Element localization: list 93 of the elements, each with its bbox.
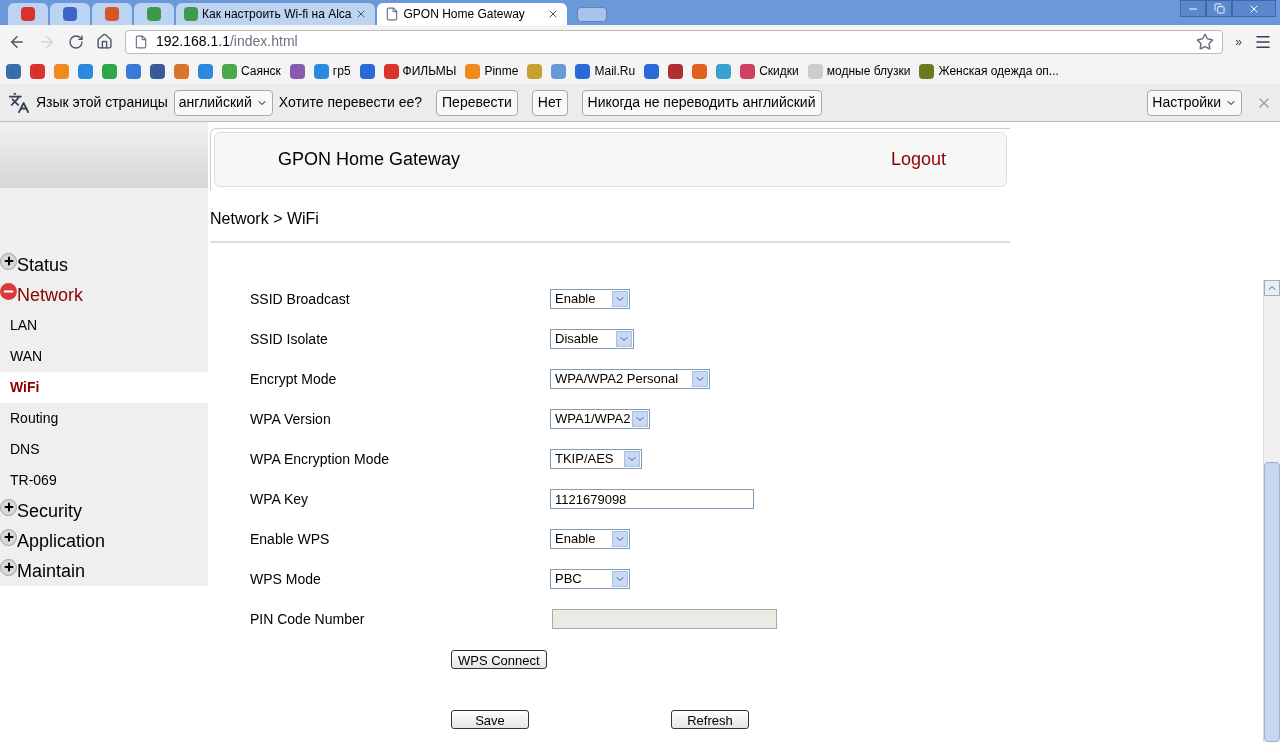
- expand-icon[interactable]: [0, 558, 17, 576]
- page-icon: [134, 34, 148, 49]
- field-label: WPA Version: [250, 409, 332, 429]
- submenu-item[interactable]: DNS: [0, 434, 208, 465]
- tab-title: GPON Home Gateway: [403, 6, 526, 23]
- bookmark-icon[interactable]: [6, 63, 21, 79]
- bookmark[interactable]: гр5: [313, 62, 351, 80]
- bookmark-icon[interactable]: [78, 63, 93, 79]
- bookmark-icon[interactable]: [716, 63, 732, 79]
- bookmark[interactable]: ФИЛЬМЫ: [383, 62, 457, 80]
- reload-icon[interactable]: [68, 33, 84, 50]
- bookmark-icon[interactable]: [102, 63, 117, 79]
- field-label: Enable WPS: [250, 529, 331, 549]
- browser-tab[interactable]: [8, 3, 48, 25]
- translate-bar-button[interactable]: Нет: [531, 89, 568, 116]
- bookmark-icon[interactable]: [198, 63, 213, 79]
- page-icon: [385, 7, 400, 21]
- form-button[interactable]: Refresh: [671, 709, 749, 729]
- bookmark[interactable]: Скидки: [740, 62, 799, 80]
- dropdown[interactable]: WPA1/WPA2: [550, 409, 650, 429]
- field-label: SSID Isolate: [250, 329, 329, 349]
- bookmark-icon[interactable]: [668, 63, 684, 79]
- form-button[interactable]: Save: [451, 709, 529, 729]
- dropdown[interactable]: PBC: [550, 569, 630, 589]
- bookmark-icon[interactable]: [150, 63, 165, 79]
- bookmark[interactable]: Женская одежда оп...: [919, 62, 1059, 80]
- bookmark-icon[interactable]: [359, 63, 375, 79]
- minimize-button[interactable]: [1180, 0, 1206, 17]
- wps-connect-button[interactable]: WPS Connect: [451, 649, 547, 669]
- browser-tab[interactable]: GPON Home Gateway: [377, 3, 568, 25]
- submenu-item[interactable]: WAN: [0, 341, 208, 372]
- dropdown[interactable]: WPA/WPA2 Personal: [550, 369, 710, 389]
- field-label: WPS Mode: [250, 569, 322, 589]
- menu-item[interactable]: Maintain: [0, 556, 208, 586]
- expand-icon[interactable]: [0, 252, 17, 270]
- field-label: SSID Broadcast: [250, 289, 351, 309]
- breadcrumb: Network > WiFi: [210, 209, 320, 227]
- bookmark[interactable]: Mail.Ru: [575, 62, 636, 80]
- bookmark-icon[interactable]: [126, 63, 141, 79]
- field-label: WPA Encryption Mode: [250, 449, 391, 469]
- submenu-item[interactable]: LAN: [0, 310, 208, 341]
- browser-tab[interactable]: [92, 3, 132, 25]
- home-icon[interactable]: [96, 33, 113, 50]
- dropdown[interactable]: Disable: [550, 329, 634, 349]
- bookmark-icon[interactable]: [692, 63, 708, 79]
- text-field[interactable]: 1121679098: [550, 489, 754, 509]
- collapse-icon[interactable]: [0, 282, 17, 300]
- translate-question: Хотите перевести ее?: [278, 93, 423, 112]
- menu-item[interactable]: Application: [0, 526, 208, 556]
- menu-item[interactable]: Network: [0, 280, 208, 310]
- menu-item[interactable]: Status: [0, 250, 208, 280]
- url-text: 192.168.1.1/index.html: [156, 32, 299, 51]
- bookmark-icon[interactable]: [644, 63, 660, 79]
- address-bar[interactable]: 192.168.1.1/index.html: [125, 29, 1224, 54]
- browser-tab[interactable]: [50, 3, 90, 25]
- dropdown[interactable]: TKIP/AES: [550, 449, 642, 469]
- star-icon[interactable]: [1196, 32, 1215, 51]
- bookmark-icon[interactable]: [174, 63, 189, 79]
- submenu-item[interactable]: TR-069: [0, 465, 208, 496]
- expand-icon[interactable]: [0, 528, 17, 546]
- submenu-item[interactable]: WiFi: [0, 372, 208, 403]
- field-label: Encrypt Mode: [250, 369, 338, 389]
- bookmark-icon[interactable]: [30, 63, 45, 79]
- bookmark[interactable]: Pinme: [465, 62, 519, 80]
- close-button[interactable]: [1232, 0, 1276, 17]
- logout-link[interactable]: Logout: [890, 146, 946, 173]
- restore-icon: [1213, 3, 1225, 14]
- gateway-title: GPON Home Gateway: [278, 148, 461, 171]
- browser-tab[interactable]: [134, 3, 174, 25]
- bookmark-icon[interactable]: [289, 63, 305, 79]
- field-label: PIN Code Number: [250, 609, 366, 629]
- menu-item[interactable]: Security: [0, 496, 208, 526]
- more-button[interactable]: »: [1235, 32, 1242, 51]
- submenu-item[interactable]: Routing: [0, 403, 208, 434]
- language-dropdown[interactable]: английский: [173, 89, 273, 116]
- restore-button[interactable]: [1206, 0, 1232, 17]
- scroll-thumb[interactable]: [1264, 462, 1280, 742]
- translate-prompt: Язык этой страницы: [36, 93, 168, 112]
- scrollbar[interactable]: [1263, 280, 1280, 742]
- field-label: WPA Key: [250, 489, 310, 509]
- browser-tab[interactable]: Как настроить Wi-fi на Alca: [176, 3, 376, 25]
- bookmark[interactable]: модные блузки: [807, 62, 911, 80]
- bookmark-icon[interactable]: [551, 63, 567, 79]
- expand-icon[interactable]: [0, 498, 17, 516]
- tab-title: Как настроить Wi-fi на Alca: [202, 6, 352, 23]
- translate-bar-button[interactable]: Перевести: [436, 89, 518, 116]
- options-dropdown[interactable]: Настройки: [1147, 89, 1242, 116]
- dropdown[interactable]: Enable: [550, 529, 630, 549]
- dropdown[interactable]: Enable: [550, 289, 630, 309]
- translate-icon: [8, 91, 30, 114]
- translate-bar-button[interactable]: Никогда не переводить английский: [581, 89, 822, 116]
- bookmark[interactable]: Саянск: [222, 62, 281, 80]
- new-tab-button[interactable]: [577, 7, 608, 22]
